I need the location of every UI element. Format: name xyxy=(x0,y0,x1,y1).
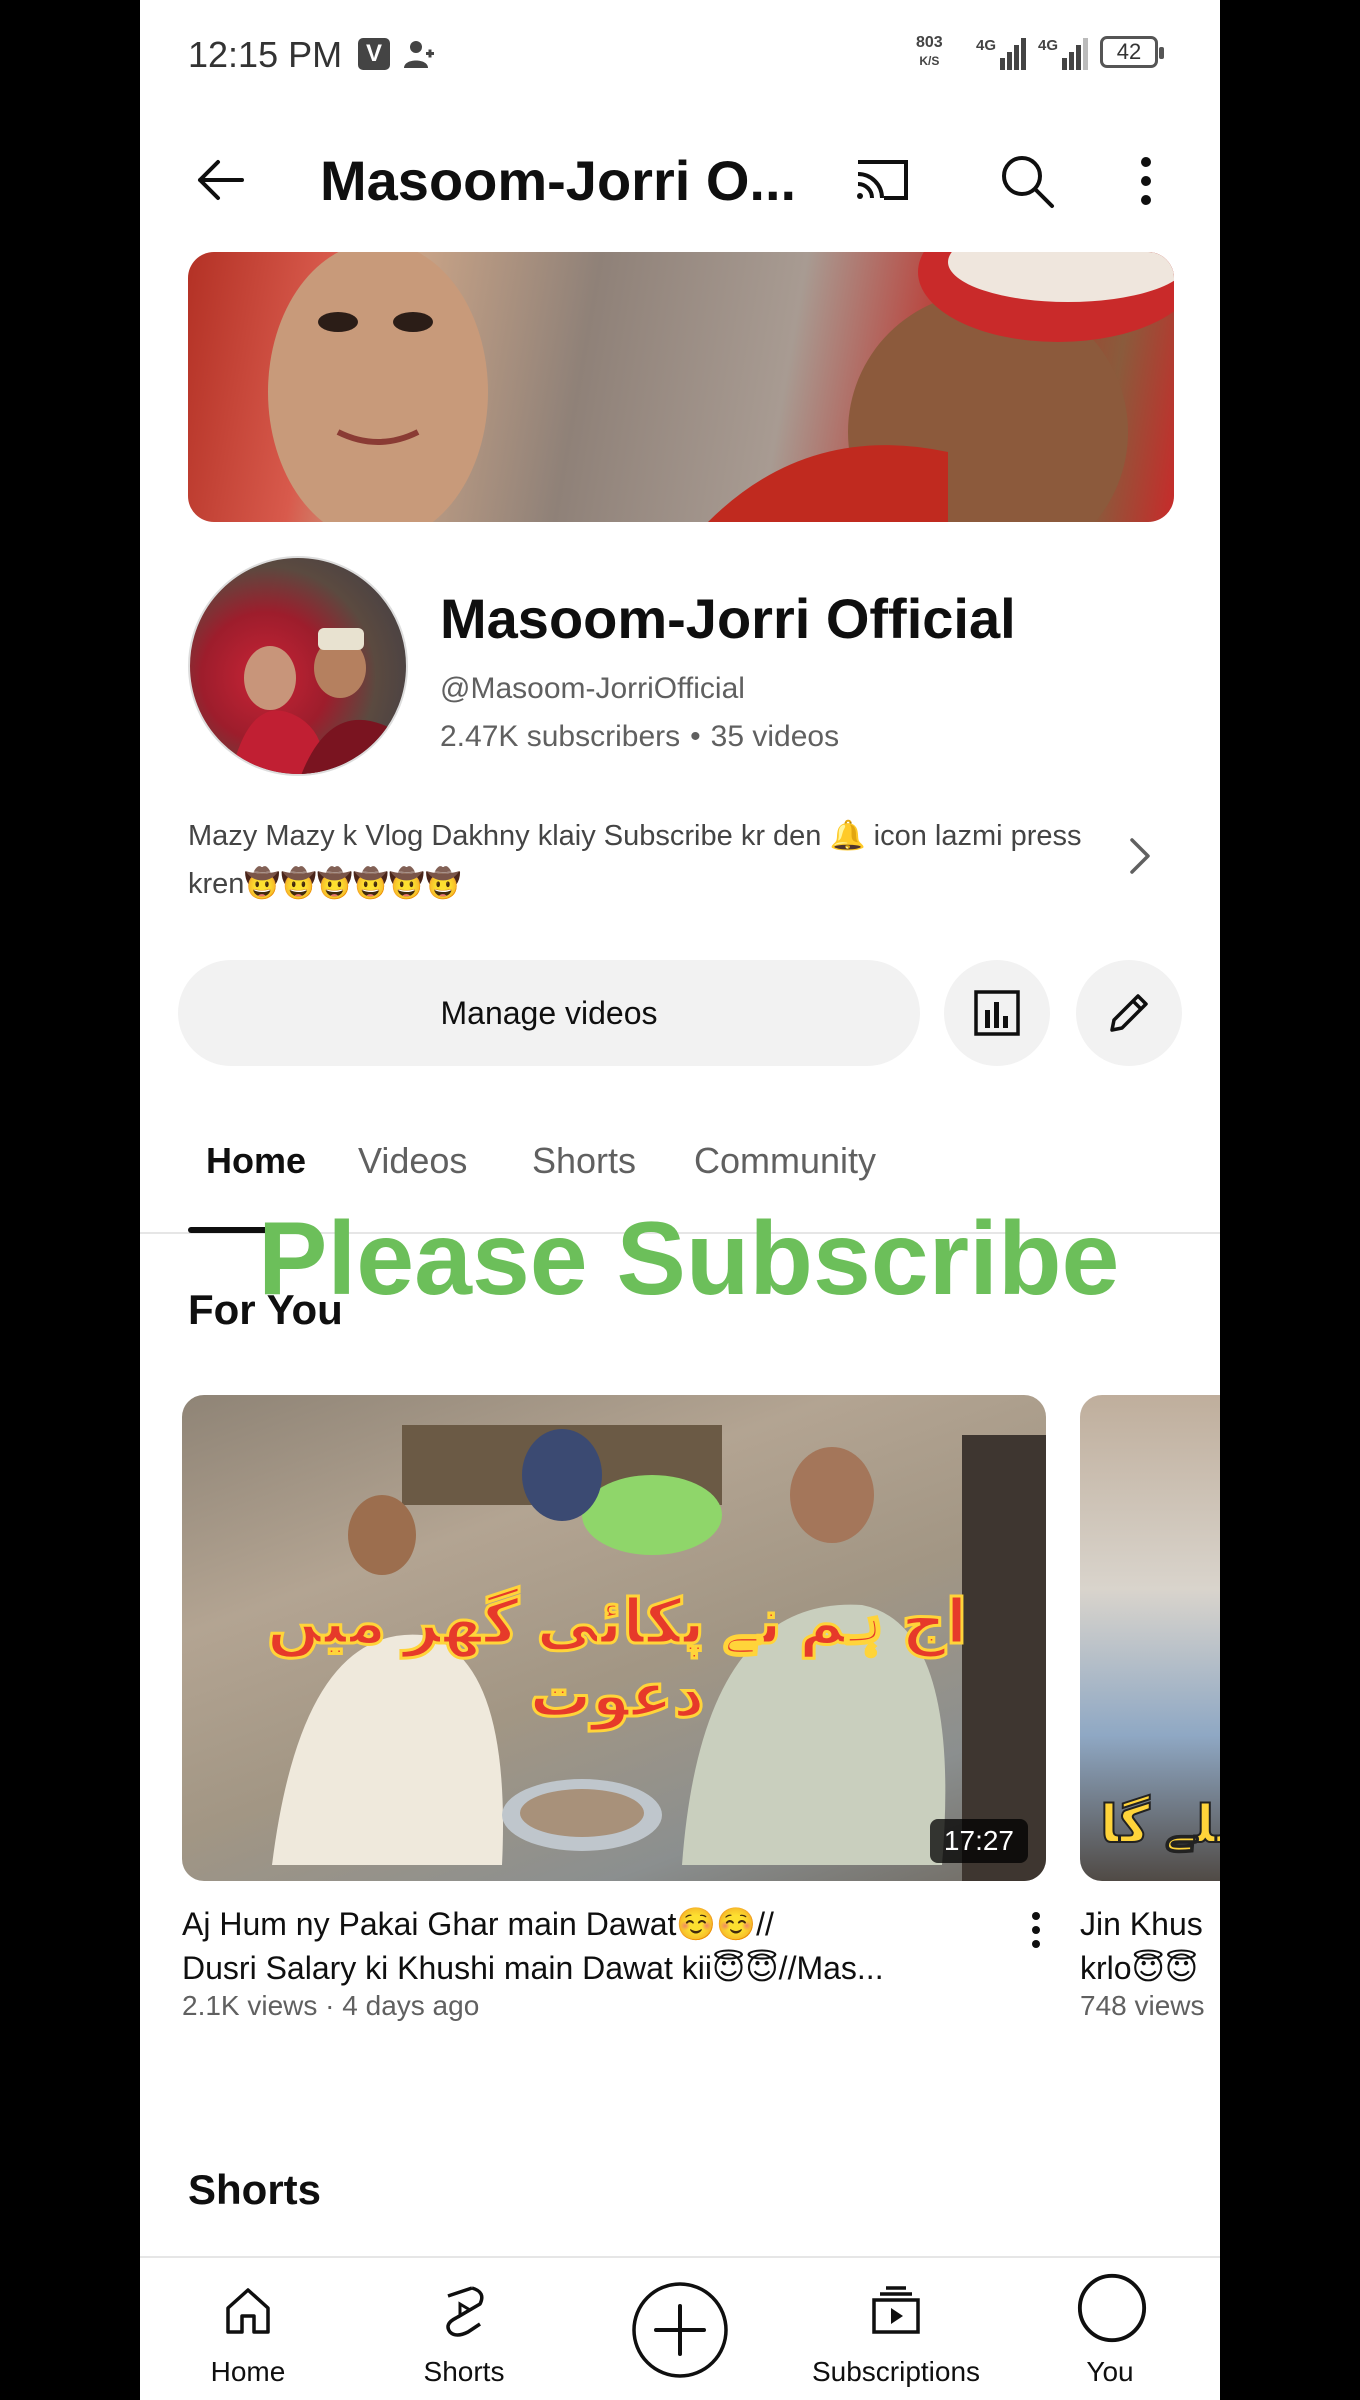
signal-4g-icon-2: 4G xyxy=(1038,37,1088,70)
nav-shorts-label: Shorts xyxy=(423,2356,505,2387)
analytics-button[interactable] xyxy=(944,960,1050,1066)
nav-you-label: You xyxy=(1086,2356,1134,2387)
network-speed-unit: K/S xyxy=(919,54,940,68)
banner-illustration xyxy=(268,252,1174,522)
video-thumbnail-2[interactable]: ملے گا xyxy=(1080,1395,1220,1881)
video-thumbnail[interactable]: اج ہم نے پکائی گھر میں دعوت 17:27 xyxy=(182,1395,1046,1881)
app-bar: Masoom-Jorri O... xyxy=(140,120,1220,240)
create-button[interactable] xyxy=(630,2280,730,2380)
nav-subscriptions[interactable]: Subscriptions xyxy=(796,2258,996,2400)
tab-shorts[interactable]: Shorts xyxy=(532,1140,636,1182)
tab-videos[interactable]: Videos xyxy=(358,1140,467,1182)
video-meta-2: 748 views xyxy=(1080,1990,1205,2021)
video-title-2[interactable]: Jin Khus krlo😇😇 xyxy=(1080,1902,1220,1990)
battery-icon: 42 xyxy=(1100,36,1164,68)
tab-community[interactable]: Community xyxy=(694,1140,876,1182)
shorts-icon xyxy=(446,2286,484,2337)
channel-stats: 2.47K subscribers • 35 videos xyxy=(440,720,839,754)
thumbnail-overlay-text: اج ہم نے پکائی گھر میں دعوت xyxy=(265,1587,968,1732)
stats-separator: • xyxy=(690,720,701,753)
manage-videos-button[interactable]: Manage videos xyxy=(178,960,920,1066)
thumbnail-overlay-text-2: ملے گا xyxy=(1099,1795,1220,1855)
nav-home-label: Home xyxy=(210,2356,286,2387)
bottom-navigation: Home Shorts Subscriptions You xyxy=(140,2256,1220,2400)
subscriptions-icon xyxy=(872,2286,920,2334)
subscriber-count: 2.47K subscribers xyxy=(440,720,681,753)
edit-channel-button[interactable] xyxy=(1076,960,1182,1066)
video-2-title-line-2: krlo😇😇 xyxy=(1080,1950,1199,1986)
person-add-icon xyxy=(404,41,434,68)
vpn-v-icon: V xyxy=(358,38,390,70)
analytics-icon xyxy=(974,990,1020,1036)
more-vert-icon[interactable] xyxy=(1136,150,1156,212)
back-arrow-icon[interactable] xyxy=(190,150,250,210)
video-duration: 17:27 xyxy=(929,1819,1028,1863)
channel-name: Masoom-Jorri Official xyxy=(440,587,1016,650)
channel-avatar[interactable] xyxy=(188,556,408,776)
channel-handle: @Masoom-JorriOfficial xyxy=(440,672,745,705)
svg-text:4G: 4G xyxy=(1038,37,1058,54)
nav-you[interactable]: You xyxy=(1010,2258,1210,2400)
channel-banner xyxy=(188,252,1174,522)
network-speed-value: 803 xyxy=(916,34,943,51)
pencil-icon xyxy=(1110,994,1148,1032)
video-2-title-line-1: Jin Khus xyxy=(1080,1906,1203,1942)
you-avatar-icon xyxy=(1077,2273,1147,2343)
status-time: 12:15 PM xyxy=(188,34,343,75)
home-icon xyxy=(226,2288,270,2334)
please-subscribe-overlay: Please Subscribe xyxy=(258,1201,1120,1317)
status-bar: 12:15 PM V 803 K/S 4G 4G 42 xyxy=(140,0,1220,110)
shorts-heading: Shorts xyxy=(188,2166,322,2213)
avatar-image xyxy=(230,628,390,774)
video-meta: 2.1K views · 4 days ago xyxy=(182,1990,480,2021)
app-bar-title: Masoom-Jorri O... xyxy=(320,149,797,212)
chevron-right-icon[interactable] xyxy=(1120,832,1160,880)
channel-description[interactable]: Mazy Mazy k Vlog Dakhny klaiy Subscribe … xyxy=(188,812,1088,908)
nav-subscriptions-label: Subscriptions xyxy=(811,2356,981,2387)
network-speed: 803 K/S xyxy=(916,34,943,70)
cast-icon[interactable] xyxy=(850,150,914,210)
youtube-channel-screen: 12:15 PM V 803 K/S 4G 4G 42 Masoom-Jorri… xyxy=(140,0,1220,2400)
svg-text:4G: 4G xyxy=(976,37,996,54)
video-title-line-2: Dusri Salary ki Khushi main Dawat kii😇😇/… xyxy=(182,1950,884,1986)
tab-home[interactable]: Home xyxy=(206,1140,306,1182)
video-title[interactable]: Aj Hum ny Pakai Ghar main Dawat☺️☺️// Du… xyxy=(182,1902,1002,1990)
nav-shorts[interactable]: Shorts xyxy=(364,2258,564,2400)
signal-4g-icon: 4G xyxy=(976,37,1026,70)
video-count: 35 videos xyxy=(710,720,840,753)
nav-home[interactable]: Home xyxy=(148,2258,348,2400)
video-title-line-1: Aj Hum ny Pakai Ghar main Dawat☺️☺️// xyxy=(182,1906,774,1942)
video-more-icon[interactable] xyxy=(1030,1910,1042,1950)
search-icon[interactable] xyxy=(996,150,1058,212)
